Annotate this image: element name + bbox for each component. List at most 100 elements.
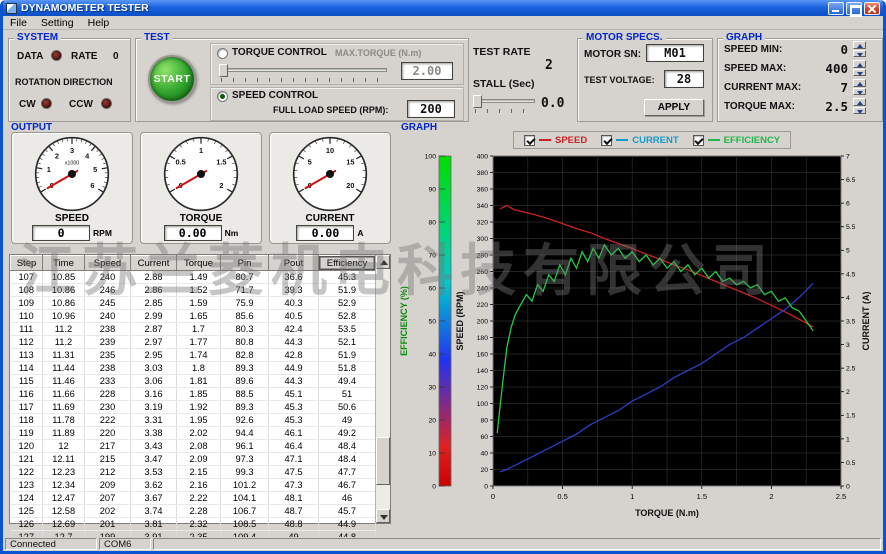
table-cell: 109.4 — [221, 531, 269, 538]
table-cell: 3.47 — [131, 453, 177, 466]
efficiency-checkbox-icon[interactable] — [693, 135, 704, 146]
table-row[interactable]: 120122173.432.0896.146.448.4 — [11, 440, 376, 453]
table-row[interactable]: 11511.462333.061.8189.644.349.4 — [11, 375, 376, 388]
torque-control-frame: TORQUE CONTROL MAX.TORQUE (N.m) 2.00 — [210, 43, 464, 85]
spin-down-icon[interactable] — [853, 107, 866, 115]
table-row[interactable]: 11010.962402.991.6585.640.552.8 — [11, 310, 376, 323]
table-row[interactable]: 11211.22392.971.7780.844.352.1 — [11, 336, 376, 349]
table-row[interactable]: 12312.342093.622.16101.247.346.7 — [11, 479, 376, 492]
table-cell: 123 — [11, 479, 43, 492]
table-cell: 245 — [85, 297, 131, 310]
stall-value: 0.0 — [541, 96, 564, 111]
scroll-up-icon[interactable] — [376, 255, 390, 269]
slider-thumb[interactable] — [219, 64, 228, 77]
slider-thumb[interactable] — [473, 95, 482, 108]
apply-button[interactable]: APPLY — [644, 99, 704, 116]
current-max-stepper[interactable] — [853, 79, 866, 95]
table-cell: 2.85 — [131, 297, 177, 310]
motor-sn-field[interactable]: M01 — [646, 44, 704, 62]
test-voltage-field[interactable]: 28 — [664, 70, 704, 88]
column-header-time[interactable]: Time — [43, 256, 85, 271]
table-cell: 40.5 — [269, 310, 319, 323]
table-row[interactable]: 12712.71993.912.35109.44944.8 — [11, 531, 376, 538]
table-cell: 92.6 — [221, 414, 269, 427]
table-row[interactable]: 11911.892203.382.0294.446.149.2 — [11, 427, 376, 440]
table-cell: 240 — [85, 310, 131, 323]
torque-control-label: TORQUE CONTROL — [232, 47, 327, 58]
column-header-current[interactable]: Current — [131, 256, 177, 271]
minimize-icon[interactable] — [828, 2, 844, 15]
table-row[interactable]: 11411.442383.031.889.344.951.8 — [11, 362, 376, 375]
max-torque-readout: 2.00 — [401, 62, 453, 80]
close-icon[interactable] — [864, 2, 880, 15]
table-scrollbar[interactable] — [375, 255, 390, 523]
scroll-thumb[interactable] — [376, 437, 390, 485]
spin-up-icon[interactable] — [853, 79, 866, 87]
svg-text:4.5: 4.5 — [846, 271, 856, 278]
chart-legend: SPEED CURRENT EFFICIENCY — [513, 131, 791, 149]
svg-text:2: 2 — [55, 151, 59, 160]
cw-led-icon — [41, 98, 52, 109]
table-row[interactable]: 11811.782223.311.9592.645.349 — [11, 414, 376, 427]
scroll-down-icon[interactable] — [376, 509, 390, 523]
spin-up-icon[interactable] — [853, 60, 866, 68]
svg-text:280: 280 — [477, 252, 489, 259]
table-row[interactable]: 11611.662283.161.8588.545.151 — [11, 388, 376, 401]
svg-text:2: 2 — [769, 492, 773, 501]
column-header-torque[interactable]: Torque — [177, 256, 221, 271]
table-cell: 118 — [11, 414, 43, 427]
title-bar: DYNAMOMETER TESTER — [3, 0, 883, 16]
column-header-pin[interactable]: Pin — [221, 256, 269, 271]
table-row[interactable]: 12212.232123.532.1599.347.547.7 — [11, 466, 376, 479]
spin-down-icon[interactable] — [853, 69, 866, 77]
table-row[interactable]: 12612.692013.812.32108.548.844.9 — [11, 518, 376, 531]
svg-text:5: 5 — [308, 158, 312, 167]
table-row[interactable]: 12412.472073.672.22104.148.146 — [11, 492, 376, 505]
speed-min-stepper[interactable] — [853, 41, 866, 57]
table-row[interactable]: 10710.852402.881.4980.736.645.3 — [11, 271, 376, 284]
max-torque-slider[interactable] — [219, 63, 387, 81]
svg-text:1.5: 1.5 — [216, 158, 226, 167]
table-row[interactable]: 11111.22382.871.780.342.453.5 — [11, 323, 376, 336]
table-row[interactable]: 10910.862452.851.5975.940.352.9 — [11, 297, 376, 310]
full-load-speed-value[interactable]: 200 — [407, 100, 455, 118]
svg-text:5.5: 5.5 — [846, 224, 856, 231]
speed-control-radio[interactable] — [217, 91, 228, 102]
column-header-efficiency[interactable]: Efficiency — [319, 256, 376, 271]
spin-down-icon[interactable] — [853, 50, 866, 58]
spin-up-icon[interactable] — [853, 41, 866, 49]
column-header-step[interactable]: Step — [11, 256, 43, 271]
menu-setting[interactable]: Setting — [34, 17, 81, 29]
speed-checkbox-icon[interactable] — [524, 135, 535, 146]
table-cell: 11.69 — [43, 401, 85, 414]
torque-max-stepper[interactable] — [853, 98, 866, 114]
table-cell: 12.69 — [43, 518, 85, 531]
stall-slider[interactable] — [473, 94, 535, 112]
table-row[interactable]: 11711.692303.191.9289.345.350.6 — [11, 401, 376, 414]
speed-gauge-dial: 0123456x1000 — [33, 135, 111, 213]
start-button[interactable]: START — [148, 55, 196, 103]
torque-control-radio[interactable] — [217, 48, 228, 59]
speed-max-stepper[interactable] — [853, 60, 866, 76]
table-row[interactable]: 12512.582023.742.28106.748.745.7 — [11, 505, 376, 518]
table-cell: 2.22 — [177, 492, 221, 505]
table-cell: 104.1 — [221, 492, 269, 505]
menu-bar: File Setting Help — [3, 16, 883, 30]
svg-text:1: 1 — [846, 436, 850, 443]
svg-text:380: 380 — [477, 170, 489, 177]
menu-file[interactable]: File — [3, 17, 34, 29]
spin-down-icon[interactable] — [853, 88, 866, 96]
table-row[interactable]: 10810.862462.861.5271.739.351.9 — [11, 284, 376, 297]
menu-help[interactable]: Help — [81, 17, 117, 29]
table-row[interactable]: 11311.312352.951.7482.842.851.9 — [11, 349, 376, 362]
table-row[interactable]: 12112.112153.472.0997.347.148.4 — [11, 453, 376, 466]
table-cell: 44.8 — [319, 531, 376, 538]
svg-text:100: 100 — [477, 401, 489, 408]
spin-up-icon[interactable] — [853, 98, 866, 106]
table-cell: 11.46 — [43, 375, 85, 388]
column-header-pout[interactable]: Pout — [269, 256, 319, 271]
maximize-icon[interactable] — [846, 2, 862, 15]
current-max-label: CURRENT MAX: — [724, 82, 801, 93]
current-checkbox-icon[interactable] — [601, 135, 612, 146]
column-header-speed[interactable]: Speed — [85, 256, 131, 271]
